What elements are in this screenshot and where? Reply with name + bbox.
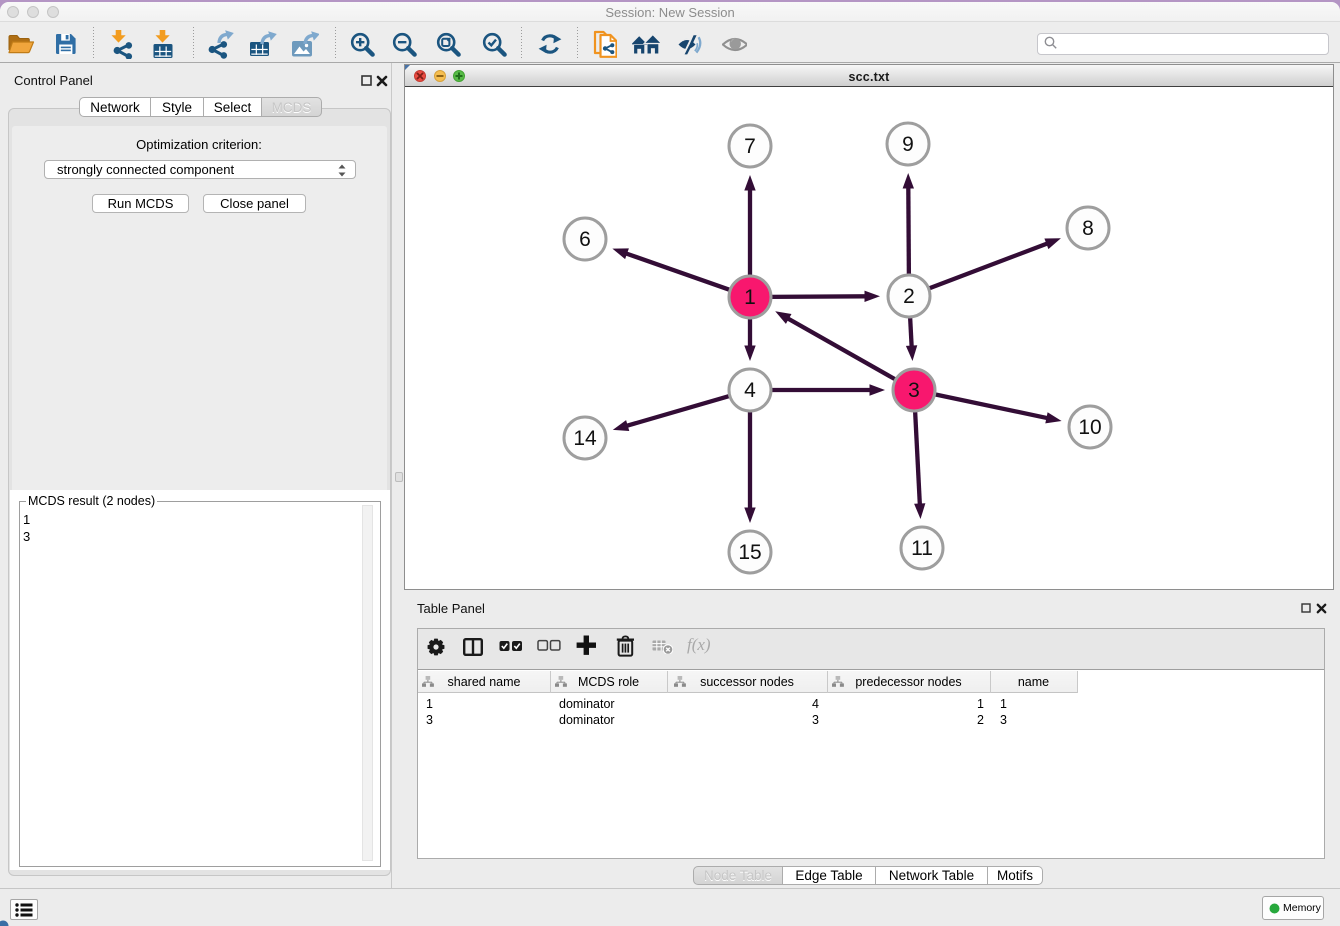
svg-text:4: 4 bbox=[744, 379, 756, 402]
svg-text:2: 2 bbox=[903, 285, 915, 308]
svg-text:1: 1 bbox=[744, 286, 756, 309]
svg-text:11: 11 bbox=[911, 537, 933, 560]
svg-text:6: 6 bbox=[579, 228, 591, 251]
svg-text:3: 3 bbox=[908, 379, 920, 402]
svg-text:8: 8 bbox=[1082, 217, 1094, 240]
svg-text:14: 14 bbox=[573, 427, 597, 450]
svg-text:9: 9 bbox=[902, 133, 914, 156]
svg-text:10: 10 bbox=[1078, 416, 1101, 439]
svg-text:7: 7 bbox=[744, 135, 756, 158]
svg-text:15: 15 bbox=[738, 541, 761, 564]
